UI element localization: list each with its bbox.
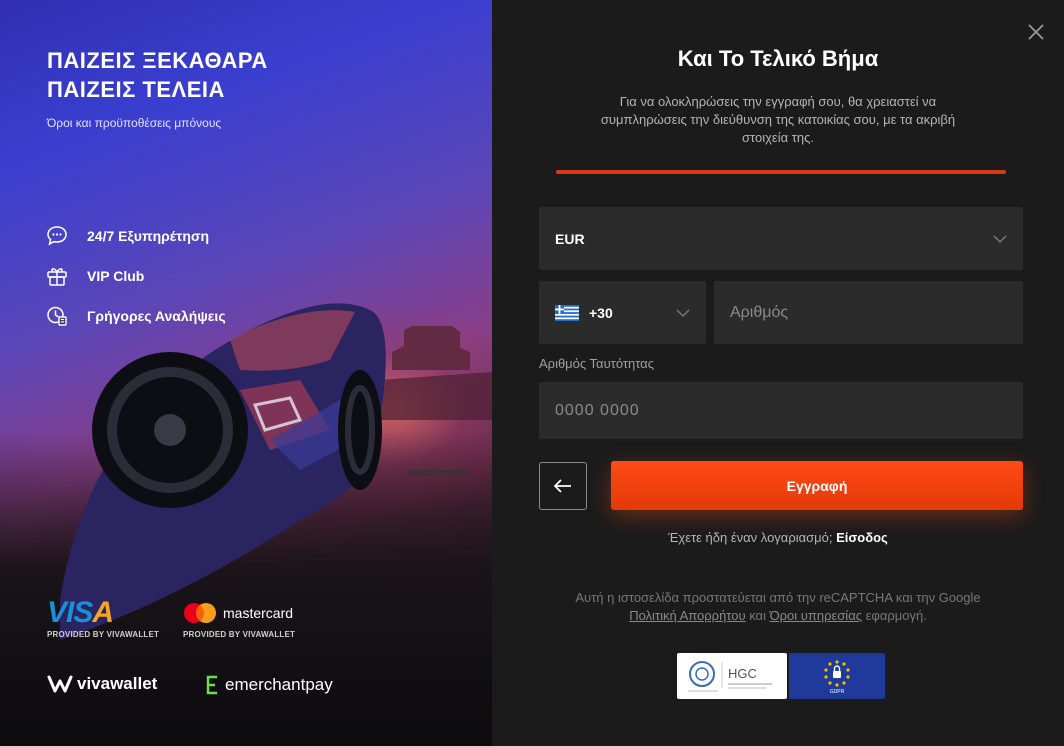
fast-withdrawal-clock-icon bbox=[47, 306, 67, 326]
hgc-license-badge[interactable]: HGC bbox=[677, 653, 787, 699]
promo-headline-line2: ΠΑΙΖΕΙΣ ΤΕΛΕΙΑ bbox=[47, 77, 225, 102]
country-code-value: +30 bbox=[589, 304, 613, 321]
registration-form-panel: Και Το Τελικό Βήμα Για να ολοκληρώσεις τ… bbox=[492, 0, 1064, 746]
recaptcha-and: και bbox=[749, 608, 766, 623]
login-prompt: Έχετε ήδη έναν λογαριασμό; Είσοδος bbox=[492, 530, 1064, 545]
recaptcha-text: Αυτή η ιστοσελίδα προστατεύεται από την … bbox=[575, 590, 981, 605]
mastercard-caption: PROVIDED BY VIVAWALLET bbox=[183, 630, 296, 639]
mastercard-circles-icon bbox=[184, 603, 216, 623]
feature-withdrawals: Γρήγορες Αναλήψεις bbox=[45, 304, 226, 328]
register-submit-button[interactable]: Εγγραφή bbox=[611, 461, 1023, 510]
id-number-input[interactable]: 0000 0000 bbox=[539, 382, 1023, 439]
form-title: Και Το Τελικό Βήμα bbox=[677, 46, 879, 71]
registration-modal: ΠΑΙΖΕΙΣ ΞΕΚΑΘΑΡΑ ΠΑΙΖΕΙΣ ΤΕΛΕΙΑ Όροι και… bbox=[0, 0, 1064, 746]
vivawallet-logo: vivawallet bbox=[47, 674, 203, 694]
promo-panel: ΠΑΙΖΕΙΣ ΞΕΚΑΘΑΡΑ ΠΑΙΖΕΙΣ ΤΕΛΕΙΑ Όροι και… bbox=[0, 0, 492, 746]
feature-support: 24/7 Εξυπηρέτηση bbox=[45, 224, 209, 248]
hgc-badge-text: HGC bbox=[728, 666, 757, 681]
form-subtitle: Για να ολοκληρώσεις την εγγραφή σου, θα … bbox=[600, 94, 956, 145]
recaptcha-notice: Αυτή η ιστοσελίδα προστατεύεται από την … bbox=[548, 589, 1008, 625]
feature-support-label: 24/7 Εξυπηρέτηση bbox=[87, 228, 210, 244]
privacy-policy-link[interactable]: Πολιτική Απορρήτου bbox=[629, 608, 745, 623]
currency-select[interactable]: EUR bbox=[539, 207, 1023, 270]
terms-of-service-link[interactable]: Όροι υπηρεσίας bbox=[770, 608, 862, 623]
recaptcha-apply: εφαρμογή. bbox=[865, 608, 927, 623]
mastercard-block: mastercard PROVIDED BY VIVAWALLET bbox=[183, 600, 295, 639]
mastercard-wordmark: mastercard bbox=[223, 605, 294, 621]
wallet-logos: vivawallet emerchantpay bbox=[47, 674, 333, 696]
chevron-down-icon bbox=[676, 308, 690, 317]
bonus-terms-link[interactable]: Όροι και προϋποθέσεις μπόνους bbox=[47, 116, 221, 130]
country-code-select[interactable]: +30 bbox=[539, 281, 706, 344]
visa-block: VISA PROVIDED BY VIVAWALLET bbox=[47, 596, 183, 640]
emerchantpay-wordmark: emerchantpay bbox=[225, 675, 333, 694]
vip-gift-icon bbox=[47, 268, 67, 286]
emerchantpay-e-icon bbox=[206, 675, 217, 695]
emerchantpay-logo: emerchantpay bbox=[203, 674, 333, 696]
login-link[interactable]: Είσοδος bbox=[836, 530, 888, 545]
greece-flag-icon bbox=[555, 304, 579, 321]
login-prompt-text: Έχετε ήδη έναν λογαριασμό; bbox=[668, 530, 833, 545]
chevron-down-icon bbox=[993, 234, 1007, 243]
mastercard-logo: mastercard bbox=[183, 600, 295, 626]
feature-withdrawals-label: Γρήγορες Αναλήψεις bbox=[87, 308, 226, 324]
arrow-left-icon bbox=[554, 479, 571, 493]
promo-headline-line1: ΠΑΙΖΕΙΣ ΞΕΚΑΘΑΡΑ bbox=[47, 48, 268, 73]
gdpr-badge-text: GDPR bbox=[830, 689, 845, 695]
id-number-label: Αριθμός Ταυτότητας bbox=[539, 356, 654, 371]
currency-value: EUR bbox=[555, 230, 585, 247]
vivawallet-wordmark: vivawallet bbox=[77, 674, 158, 693]
card-payment-logos: VISA PROVIDED BY VIVAWALLET mastercard P… bbox=[47, 596, 295, 640]
promo-headline: ΠΑΙΖΕΙΣ ΞΕΚΑΘΑΡΑ ΠΑΙΖΕΙΣ ΤΕΛΕΙΑ bbox=[47, 46, 268, 104]
visa-logo: VISA bbox=[47, 596, 114, 629]
phone-number-placeholder: Αριθμός bbox=[730, 303, 789, 321]
back-button[interactable] bbox=[539, 462, 587, 510]
gdpr-badge[interactable]: GDPR bbox=[789, 653, 885, 699]
close-icon[interactable] bbox=[1026, 22, 1046, 42]
support-chat-icon bbox=[47, 226, 67, 246]
id-number-placeholder: 0000 0000 bbox=[555, 401, 640, 419]
phone-number-input[interactable]: Αριθμός bbox=[714, 281, 1023, 344]
feature-vip-label: VIP Club bbox=[87, 268, 145, 284]
visa-caption: PROVIDED BY VIVAWALLET bbox=[47, 630, 160, 639]
hgc-seal-logo: HGC bbox=[688, 661, 772, 692]
step-progress-bar bbox=[556, 170, 1006, 174]
feature-vip: VIP Club bbox=[45, 264, 144, 288]
gdpr-eu-stars-logo: GDPR bbox=[824, 660, 850, 695]
vivawallet-w-icon bbox=[47, 675, 73, 693]
